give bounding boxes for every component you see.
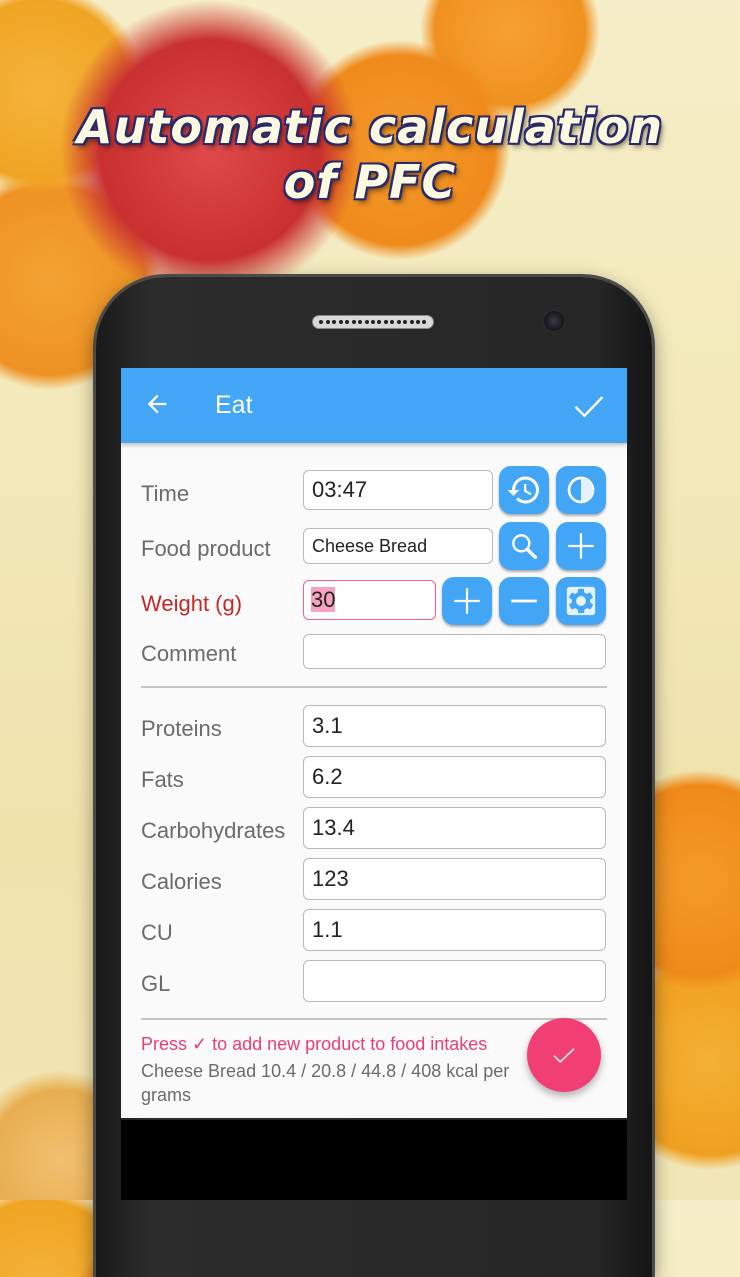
food-product-label: Food product (141, 536, 271, 561)
app-screen: Eat Time Food product (121, 368, 627, 1118)
plus-icon (568, 533, 594, 559)
weight-label: Weight (g) (141, 591, 243, 616)
gl-input[interactable] (303, 960, 606, 1002)
phone-camera (544, 311, 564, 331)
comment-label: Comment (141, 641, 237, 666)
time-label: Time (141, 481, 190, 506)
weight-input[interactable]: 30 (303, 580, 436, 620)
cu-label: CU (141, 920, 173, 945)
weight-settings-button[interactable] (556, 577, 606, 625)
carbohydrates-label: Carbohydrates (141, 818, 286, 843)
gear-icon (566, 586, 596, 616)
clock-icon (567, 476, 595, 504)
calories-input[interactable] (303, 858, 606, 900)
fats-label: Fats (141, 767, 184, 792)
minus-icon (511, 599, 537, 603)
product-nutrition-info: Cheese Bread 10.4 / 20.8 / 44.8 / 408 kc… (141, 1061, 510, 1105)
app-bar: Eat (121, 368, 627, 443)
gl-label: GL (141, 971, 171, 996)
phone-speaker (312, 315, 434, 329)
search-icon (512, 534, 538, 560)
check-icon[interactable] (571, 388, 607, 424)
weight-value: 30 (311, 587, 336, 612)
add-intake-fab[interactable] (527, 1018, 601, 1092)
weight-decrease-button[interactable] (499, 577, 549, 625)
proteins-input[interactable] (303, 705, 606, 747)
food-search-button[interactable] (499, 522, 549, 570)
footer-divider (141, 1018, 607, 1020)
promo-headline-line1: Automatic calculation (77, 100, 663, 154)
phone-bottom-area (121, 1120, 627, 1200)
calories-label: Calories (141, 869, 222, 894)
food-product-input[interactable] (303, 528, 493, 564)
weight-increase-button[interactable] (442, 577, 492, 625)
page-title: Eat (215, 391, 253, 419)
check-icon (553, 1048, 575, 1064)
time-input[interactable] (303, 470, 493, 510)
plus-icon (454, 588, 480, 614)
arrow-left-icon[interactable] (143, 390, 171, 418)
time-clock-button[interactable] (556, 466, 606, 514)
comment-input[interactable] (303, 634, 606, 669)
carbohydrates-input[interactable] (303, 807, 606, 849)
section-divider (141, 686, 607, 688)
add-product-hint: Press ✓ to add new product to food intak… (141, 1034, 488, 1054)
fats-input[interactable] (303, 756, 606, 798)
cu-input[interactable] (303, 909, 606, 951)
promo-headline-line2: of PFC (283, 155, 457, 209)
time-history-button[interactable] (499, 466, 549, 514)
history-icon (507, 476, 539, 504)
proteins-label: Proteins (141, 716, 222, 741)
food-add-button[interactable] (556, 522, 606, 570)
